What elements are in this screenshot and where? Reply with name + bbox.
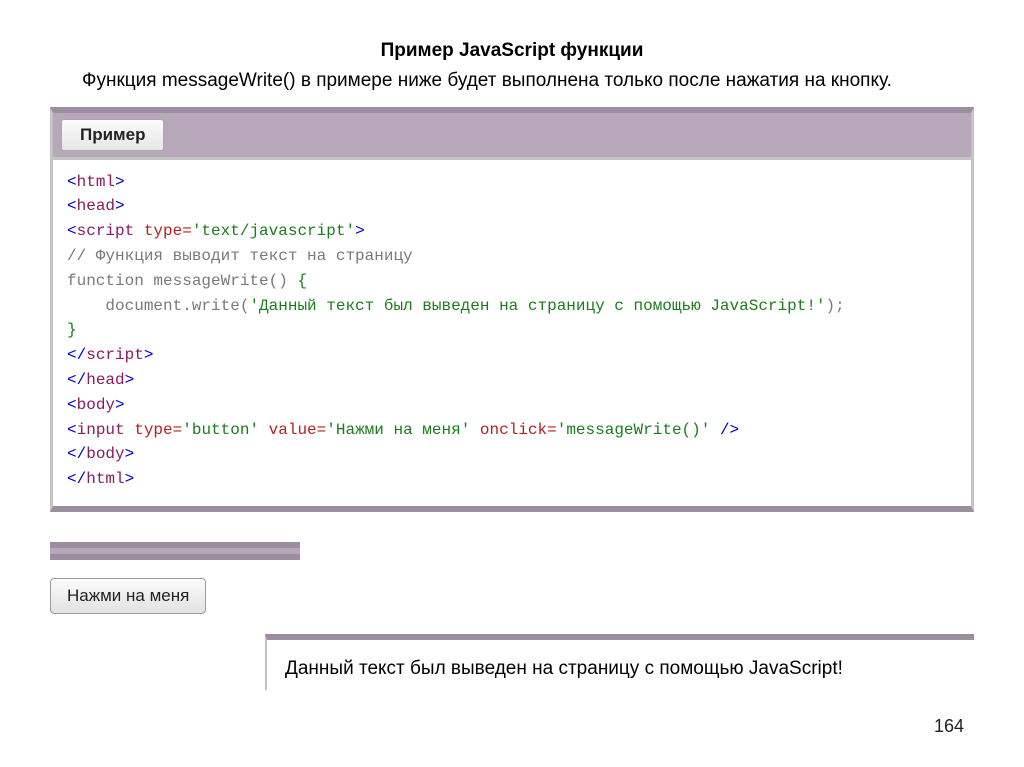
code-token: script [77, 222, 135, 240]
code-token: script [86, 346, 144, 364]
page-number: 164 [934, 716, 964, 737]
code-token: head [77, 197, 115, 215]
code-token: < [67, 470, 77, 488]
example-block: Пример <html> <head> <script type='text/… [50, 107, 974, 512]
code-token: / [77, 346, 87, 364]
code-token: body [77, 396, 115, 414]
code-token: < [67, 445, 77, 463]
code-token: < [67, 421, 77, 439]
code-token: input [77, 421, 125, 439]
code-token: > [115, 396, 125, 414]
intro-paragraph: Функция messageWrite() в примере ниже бу… [50, 68, 974, 95]
result-box: Данный текст был выведен на страницу с п… [265, 634, 974, 690]
code-token: < [67, 197, 77, 215]
code-token: value= [259, 421, 326, 439]
code-token: html [77, 173, 115, 191]
code-token: / [77, 470, 87, 488]
code-token: < [67, 346, 77, 364]
code-token: > [125, 445, 135, 463]
output-strip [50, 542, 300, 560]
example-tab[interactable]: Пример [61, 119, 164, 151]
code-token: body [86, 445, 124, 463]
code-token: messageWrite() [144, 272, 298, 290]
code-token: head [86, 371, 124, 389]
code-token: ); [826, 297, 845, 315]
code-token: > [115, 173, 125, 191]
code-comment: // Функция выводит текст на страницу [67, 247, 413, 265]
code-token: 'messageWrite()' [557, 421, 711, 439]
code-token: > [355, 222, 365, 240]
code-token: type= [134, 222, 192, 240]
code-token: > [125, 470, 135, 488]
code-token: < [67, 371, 77, 389]
code-token [67, 297, 105, 315]
code-token: type= [125, 421, 183, 439]
code-token: / [77, 371, 87, 389]
code-token: > [115, 197, 125, 215]
code-token: 'button' [182, 421, 259, 439]
code-token: onclick= [470, 421, 556, 439]
code-token: /> [710, 421, 739, 439]
code-token: / [77, 445, 87, 463]
code-token: 'Нажми на меня' [326, 421, 470, 439]
example-code: <html> <head> <script type='text/javascr… [53, 160, 971, 506]
code-token: { [297, 272, 307, 290]
code-token: 'Данный текст был выведен на страницу с … [249, 297, 825, 315]
code-token: > [144, 346, 154, 364]
code-token: < [67, 173, 77, 191]
code-token: html [86, 470, 124, 488]
run-button[interactable]: Нажми на меня [50, 578, 206, 614]
code-token: document.write( [105, 297, 249, 315]
code-token: < [67, 222, 77, 240]
code-token: > [125, 371, 135, 389]
code-token: < [67, 396, 77, 414]
code-token: 'text/javascript' [192, 222, 355, 240]
example-header: Пример [53, 113, 971, 160]
result-text: Данный текст был выведен на страницу с п… [285, 658, 843, 679]
page-title: Пример JavaScript функции [50, 40, 974, 62]
code-token: } [67, 321, 77, 339]
code-token: function [67, 272, 144, 290]
